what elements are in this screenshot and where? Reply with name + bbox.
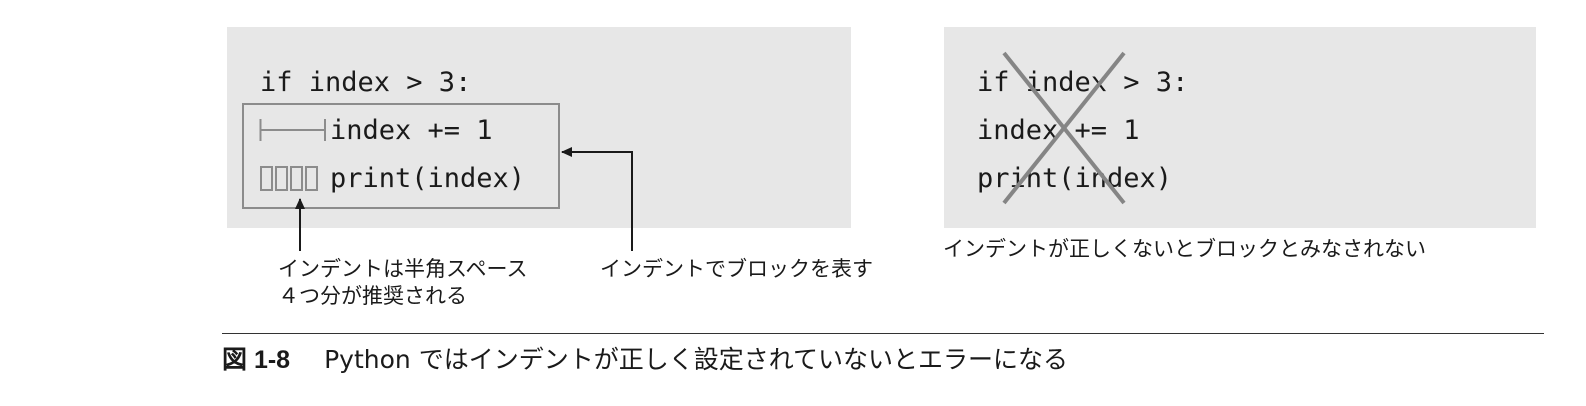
annotation-incorrect-indent: インデントが正しくないとブロックとみなされない	[943, 237, 1426, 261]
arrow-icon	[561, 147, 633, 251]
caption-divider	[222, 333, 1544, 334]
annotation-recommended-spaces: インデントは半角スペース ４つ分が推奨される	[278, 257, 528, 308]
annotation-indent-block: インデントでブロックを表す	[600, 257, 873, 281]
figure-number: 図 1-8	[222, 346, 291, 374]
figure-caption: 図 1-8 Python ではインデントが正しく設定されていないとエラーになる	[222, 344, 1068, 376]
figure-caption-text: Python ではインデントが正しく設定されていないとエラーになる	[324, 345, 1068, 374]
cross-mark-icon	[1002, 51, 1126, 205]
